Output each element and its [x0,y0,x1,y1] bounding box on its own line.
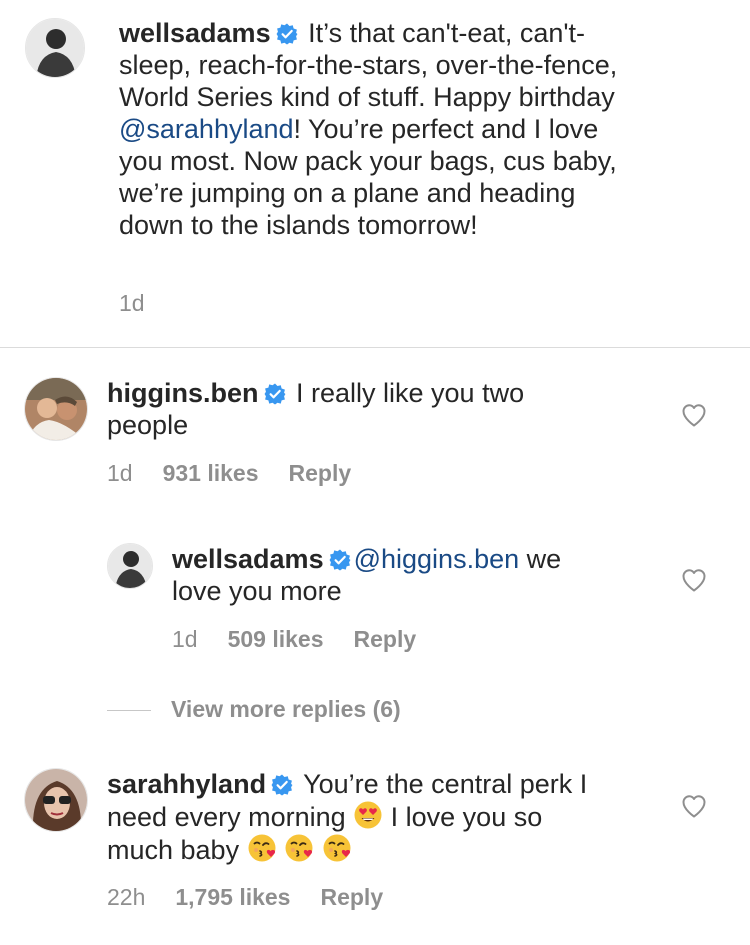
like-heart-icon[interactable] [680,566,708,594]
comment-higgins-ben-text: higgins.ben I really like you two people [107,377,607,441]
avatar-wellsadams[interactable] [25,18,85,78]
heart-eyes-emoji-icon [353,800,383,830]
reply-button[interactable]: Reply [320,884,383,910]
divider [0,347,750,348]
avatar-higgins-ben[interactable] [24,377,88,441]
username-wellsadams[interactable]: wellsadams [119,18,271,48]
reply-button[interactable]: Reply [289,460,352,486]
reply-wellsadams-meta: 1d 509 likes Reply [172,626,446,653]
comment-time: 1d [107,460,133,486]
avatar-sarahhyland[interactable] [24,768,88,832]
kissing-heart-emoji-icon [284,833,314,863]
likes-count[interactable]: 509 likes [228,626,324,652]
verified-badge-icon [329,549,351,571]
comment-sarahhyland-meta: 22h 1,795 likes Reply [107,884,413,911]
caption-text: wellsadams It’s that can't-eat, can't-sl… [119,17,639,241]
comment-time: 22h [107,884,146,910]
kissing-heart-emoji-icon [322,833,352,863]
verified-badge-icon [276,23,298,45]
verified-badge-icon [271,774,293,796]
username-wellsadams[interactable]: wellsadams [172,544,324,574]
comment-higgins-ben-meta: 1d 931 likes Reply [107,460,381,487]
caption-time: 1d [119,290,145,316]
avatar-wellsadams[interactable] [107,543,153,589]
likes-count[interactable]: 1,795 likes [175,884,290,910]
view-more-replies-button[interactable]: View more replies (6) [171,696,401,723]
mention-higgins-ben[interactable]: @higgins.ben [354,544,520,574]
like-heart-icon[interactable] [680,401,708,429]
reply-wellsadams-text: wellsadams @higgins.ben we love you more [172,543,602,607]
likes-count[interactable]: 931 likes [163,460,259,486]
username-higgins-ben[interactable]: higgins.ben [107,378,259,408]
kissing-heart-emoji-icon [247,833,277,863]
reply-button[interactable]: Reply [354,626,417,652]
comment-time: 1d [172,626,198,652]
mention-sarahhyland[interactable]: @sarahhyland [119,114,294,144]
verified-badge-icon [264,383,286,405]
caption-meta: 1d [119,290,175,317]
like-heart-icon[interactable] [680,792,708,820]
view-more-replies-line [107,710,151,711]
comment-sarahhyland-text: sarahhyland You’re the central perk I ne… [107,768,607,866]
username-sarahhyland[interactable]: sarahhyland [107,769,266,799]
